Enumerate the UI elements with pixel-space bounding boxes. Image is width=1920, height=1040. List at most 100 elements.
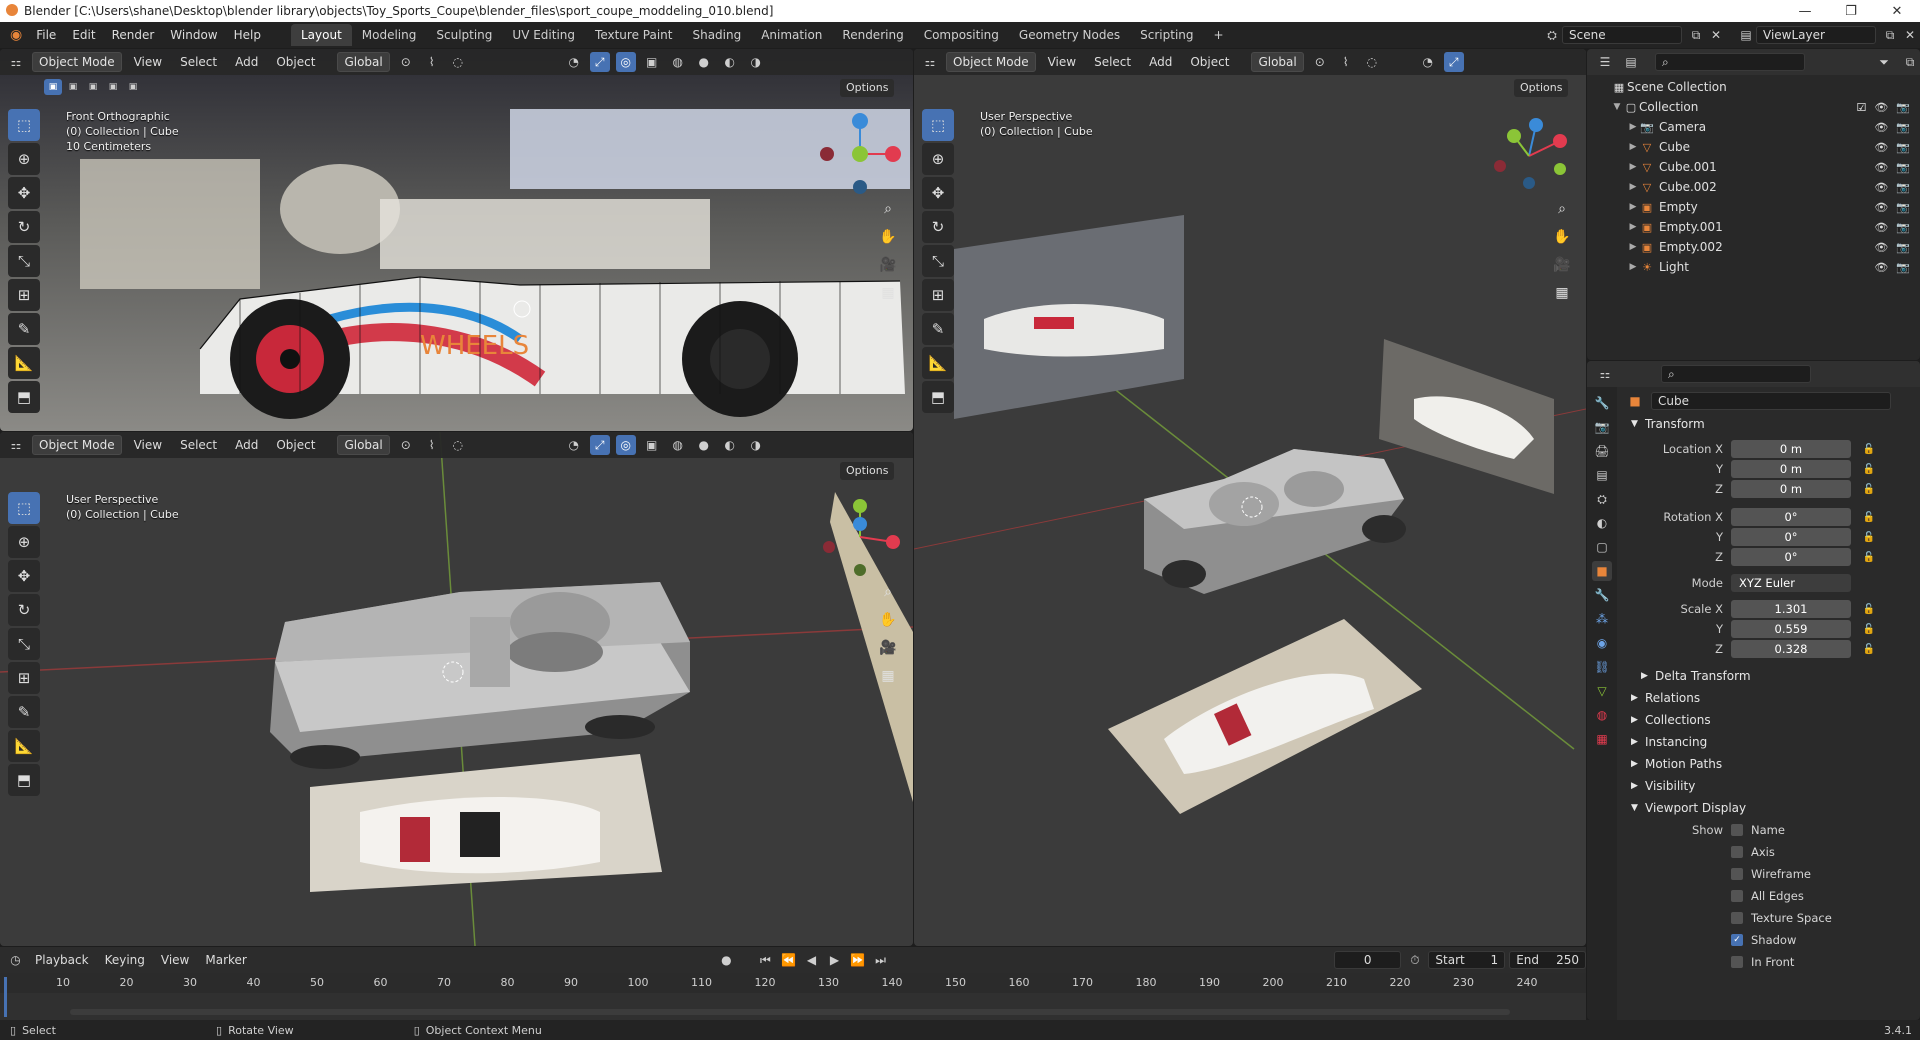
world-tab-icon[interactable]: ◐	[1592, 513, 1612, 533]
view-menu[interactable]: View	[128, 53, 168, 71]
render-tab-icon[interactable]: 📷	[1592, 417, 1612, 437]
checkbox-icon[interactable]	[1731, 956, 1743, 968]
new-collection-icon[interactable]: ⧉	[1900, 52, 1920, 72]
snap-icon[interactable]: ⌇	[422, 435, 442, 455]
eye-icon[interactable]: 👁	[1874, 101, 1888, 114]
measure-tool[interactable]: 📐	[8, 347, 40, 379]
select-box-tool[interactable]: ⬚	[922, 109, 954, 141]
pivot-icon[interactable]: ⊙	[396, 52, 416, 72]
eye-icon[interactable]: 👁	[1874, 221, 1888, 234]
orientation-dropdown[interactable]: Global	[1251, 52, 1304, 72]
material-tab-icon[interactable]: ◍	[1592, 705, 1612, 725]
scale-tool[interactable]: ⤡	[8, 628, 40, 660]
select-intersect-icon[interactable]: ▣	[124, 79, 142, 95]
collapse-arrow-icon[interactable]: ▼	[1611, 102, 1623, 112]
delete-view-layer-icon[interactable]: ✕	[1900, 25, 1920, 45]
modifier-tab-icon[interactable]: 🔧	[1592, 585, 1612, 605]
ortho-grid-icon[interactable]: ▦	[876, 664, 900, 688]
menu-edit[interactable]: Edit	[64, 28, 103, 42]
playhead[interactable]	[4, 977, 7, 1017]
checkbox-icon[interactable]	[1731, 912, 1743, 924]
tab-shading[interactable]: Shading	[682, 24, 751, 46]
instancing-panel[interactable]: ▶ Instancing	[1621, 731, 1916, 753]
overlay-icon[interactable]: ◎	[615, 435, 636, 455]
xray-icon[interactable]: ▣	[642, 52, 662, 72]
camera-toggle-icon[interactable]: 📷	[1896, 101, 1910, 114]
rotation-mode-dropdown[interactable]: XYZ Euler	[1731, 574, 1851, 592]
collection-row[interactable]: ▼ ▢ Collection ☑ 👁 📷	[1587, 97, 1920, 117]
wireframe-shading-icon[interactable]: ◍	[668, 52, 688, 72]
editor-type-icon[interactable]: ⚏	[6, 435, 26, 455]
view-layer-tab-icon[interactable]: ▤	[1592, 465, 1612, 485]
tab-layout[interactable]: Layout	[290, 24, 352, 46]
scene-tab-icon[interactable]: ⛭	[1592, 489, 1612, 509]
tab-scripting[interactable]: Scripting	[1130, 24, 1203, 46]
marker-menu[interactable]: Marker	[199, 951, 252, 969]
pan-hand-icon[interactable]: ✋	[876, 608, 900, 632]
checkbox-icon[interactable]	[1731, 824, 1743, 836]
select-box-tool[interactable]: ⬚	[8, 492, 40, 524]
rotate-tool[interactable]: ↻	[8, 211, 40, 243]
outliner-item[interactable]: ▶ ▽ Cube.002 👁 📷	[1587, 177, 1920, 197]
solid-shading-icon[interactable]: ●	[694, 52, 714, 72]
rendered-shading-icon[interactable]: ◑	[746, 435, 766, 455]
measure-tool[interactable]: 📐	[922, 347, 954, 379]
annotate-tool[interactable]: ✎	[922, 313, 954, 345]
tab-geometry-nodes[interactable]: Geometry Nodes	[1009, 24, 1130, 46]
particles-tab-icon[interactable]: ⁂	[1592, 609, 1612, 629]
gizmo-icon[interactable]: ⤢	[589, 435, 610, 455]
lock-icon[interactable]: 🔓	[1859, 644, 1879, 655]
scale-y-field[interactable]: 0.559	[1731, 620, 1851, 638]
options-button[interactable]: Options	[840, 462, 895, 480]
editor-type-icon[interactable]: ⚏	[920, 52, 940, 72]
cursor-tool[interactable]: ⊕	[8, 526, 40, 558]
keying-menu[interactable]: Keying	[99, 951, 151, 969]
ortho-grid-icon[interactable]: ▦	[1550, 281, 1574, 305]
jump-end-icon[interactable]: ⏭	[871, 950, 890, 970]
wireframe-shading-icon[interactable]: ◍	[668, 435, 688, 455]
add-menu[interactable]: Add	[229, 53, 264, 71]
proportional-icon[interactable]: ◌	[1362, 52, 1382, 72]
material-shading-icon[interactable]: ◐	[720, 52, 740, 72]
measure-tool[interactable]: 📐	[8, 730, 40, 762]
eye-icon[interactable]: 👁	[1874, 261, 1888, 274]
expand-arrow-icon[interactable]: ▶	[1627, 122, 1639, 132]
select-extend-icon[interactable]: ▣	[64, 79, 82, 95]
expand-arrow-icon[interactable]: ▶	[1627, 242, 1639, 252]
lock-icon[interactable]: 🔓	[1859, 532, 1879, 543]
orientation-dropdown[interactable]: Global	[337, 52, 390, 72]
jump-start-icon[interactable]: ⏮	[756, 950, 775, 970]
new-view-layer-icon[interactable]: ⧉	[1880, 25, 1900, 45]
checkbox-icon[interactable]: ☑	[1856, 101, 1866, 114]
object-menu[interactable]: Object	[1184, 53, 1235, 71]
pan-hand-icon[interactable]: ✋	[1550, 225, 1574, 249]
select-menu[interactable]: Select	[1088, 53, 1137, 71]
tab-uv-editing[interactable]: UV Editing	[502, 24, 585, 46]
rendered-shading-icon[interactable]: ◑	[746, 52, 766, 72]
lock-icon[interactable]: 🔓	[1859, 604, 1879, 615]
camera-toggle-icon[interactable]: 📷	[1896, 221, 1910, 234]
eye-icon[interactable]: 👁	[1874, 181, 1888, 194]
lock-icon[interactable]: 🔓	[1859, 444, 1879, 455]
add-cube-tool[interactable]: ⬒	[922, 381, 954, 413]
select-subtract-icon[interactable]: ▣	[84, 79, 102, 95]
orientation-dropdown[interactable]: Global	[337, 435, 390, 455]
editor-type-icon[interactable]: ⚏	[1595, 364, 1615, 384]
scale-tool[interactable]: ⤡	[8, 245, 40, 277]
tab-rendering[interactable]: Rendering	[832, 24, 913, 46]
lock-icon[interactable]: 🔓	[1859, 484, 1879, 495]
expand-arrow-icon[interactable]: ▶	[1627, 222, 1639, 232]
move-tool[interactable]: ✥	[922, 177, 954, 209]
physics-tab-icon[interactable]: ◉	[1592, 633, 1612, 653]
editor-type-icon[interactable]: ☰	[1595, 52, 1615, 72]
viewport-user-perspective-right[interactable]: ⚏ Object Mode View Select Add Object Glo…	[914, 49, 1586, 946]
scene-field[interactable]: Scene	[1562, 26, 1682, 44]
outliner-item[interactable]: ▶ ☀ Light 👁 📷	[1587, 257, 1920, 277]
tab-modeling[interactable]: Modeling	[352, 24, 427, 46]
delete-scene-icon[interactable]: ✕	[1706, 25, 1726, 45]
camera-view-icon[interactable]: 🎥	[1550, 253, 1574, 277]
camera-toggle-icon[interactable]: 📷	[1896, 121, 1910, 134]
clock-icon[interactable]: ⏱	[1405, 950, 1424, 970]
add-workspace-icon[interactable]: +	[1204, 24, 1234, 46]
outliner-item[interactable]: ▶ ▽ Cube.001 👁 📷	[1587, 157, 1920, 177]
